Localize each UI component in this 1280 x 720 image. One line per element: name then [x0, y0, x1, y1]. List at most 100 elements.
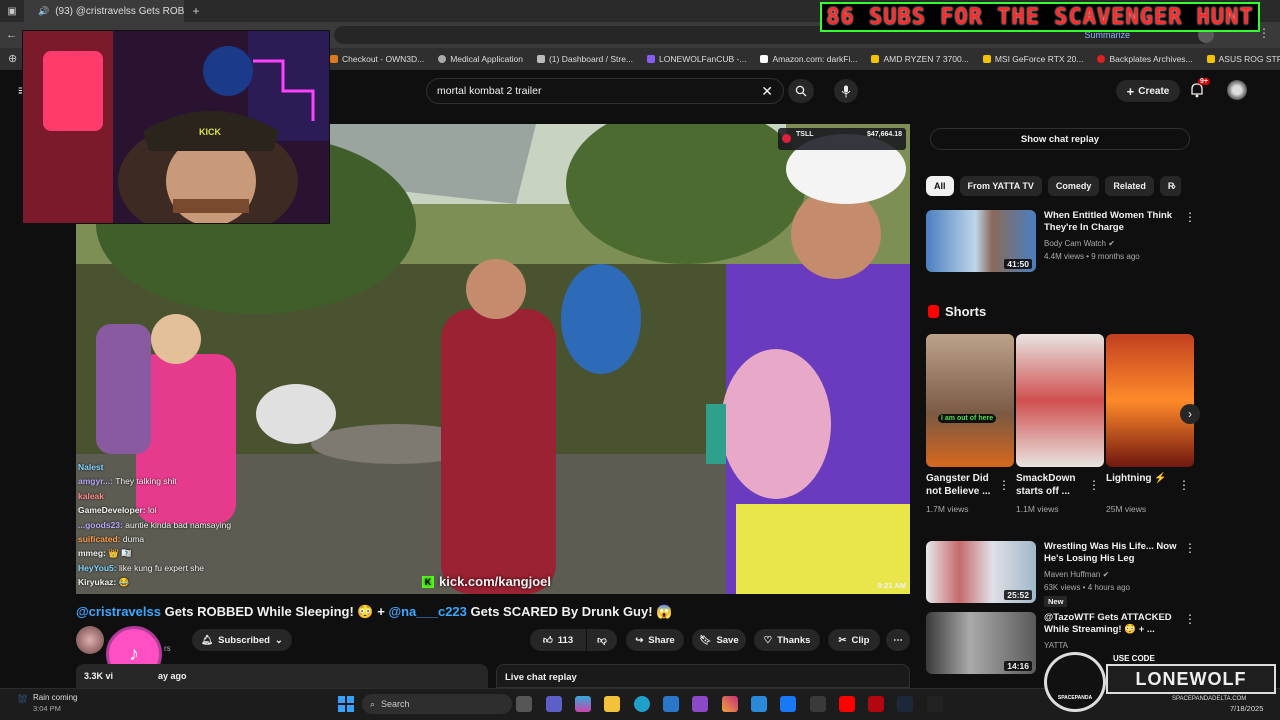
channel-name[interactable]: YATTA — [1044, 641, 1068, 650]
stream-chat-overlay: Nalest amgyr...: They talking shit kalea… — [78, 460, 258, 590]
bookmark-favicon-icon — [760, 55, 769, 63]
start-button[interactable] — [338, 696, 354, 712]
bookmark-item[interactable]: Medical Application — [438, 54, 523, 64]
weather-widget[interactable]: ⛆ Rain coming 3:04 PM — [18, 692, 118, 718]
instagram-icon[interactable] — [722, 696, 738, 712]
bookmark-item[interactable]: Amazon.com: darkFi... — [760, 54, 857, 64]
view-count: 3.3K vi — [84, 671, 114, 681]
live-chat-replay-header[interactable]: Live chat replay — [496, 664, 910, 688]
short-title[interactable]: SmackDown starts off ... — [1016, 472, 1096, 498]
chevron-right-icon[interactable]: › — [1172, 179, 1176, 193]
taskbar-search[interactable]: ⌕ Search — [362, 694, 512, 714]
more-vert-icon[interactable]: ⋮ — [1088, 478, 1100, 492]
create-button[interactable]: + Create — [1116, 80, 1180, 102]
chip-related[interactable]: Related — [1105, 176, 1154, 196]
youtube-icon[interactable] — [839, 696, 855, 712]
short-thumbnail[interactable] — [1016, 334, 1104, 467]
app-icon[interactable] — [692, 696, 708, 712]
video-title[interactable]: @TazoWTF Gets ATTACKED While Streaming! … — [1044, 612, 1180, 636]
title-mention[interactable]: @na___c223 — [388, 604, 466, 619]
extensions-icon[interactable]: ⊕ — [8, 52, 17, 65]
copilot-icon[interactable] — [575, 696, 591, 712]
channel-avatar[interactable] — [76, 626, 104, 654]
chat-message: Kiryukaz: 😂 — [78, 577, 130, 588]
like-button[interactable]: 👍︎ 113 — [530, 629, 586, 651]
bookmark-item[interactable]: ASUS ROG STRIX B4... — [1206, 54, 1280, 64]
bookmark-item[interactable]: MSI GeForce RTX 20... — [982, 54, 1083, 64]
bookmark-item[interactable]: LONEWOLFanCUB -... — [647, 54, 746, 64]
teams-icon[interactable] — [546, 696, 562, 712]
channel-name[interactable]: Body Cam Watch ✔︎ — [1044, 239, 1115, 248]
audio-icon[interactable]: 🔊 — [38, 6, 49, 17]
show-chat-replay-button[interactable]: Show chat replay — [930, 128, 1190, 150]
app-icon[interactable] — [751, 696, 767, 712]
shorts-heading: Shorts — [928, 304, 986, 319]
video-thumbnail[interactable]: 25:52 — [926, 541, 1036, 603]
chip-recent[interactable]: R — [1159, 176, 1181, 196]
voice-search-button[interactable] — [834, 79, 858, 103]
app-icon[interactable] — [810, 696, 826, 712]
more-vert-icon[interactable]: ⋮ — [998, 478, 1010, 492]
chip-from-yatta[interactable]: From YATTA TV — [959, 176, 1042, 196]
video-thumbnail[interactable]: 41:50 — [926, 210, 1036, 272]
edge-icon[interactable] — [634, 696, 650, 712]
chip-comedy[interactable]: Comedy — [1047, 176, 1100, 196]
bookmark-item[interactable]: (1) Dashboard / Stre... — [536, 54, 633, 64]
more-vert-icon[interactable]: ⋮ — [1178, 478, 1190, 492]
task-view-icon[interactable] — [516, 696, 532, 712]
chip-all[interactable]: All — [926, 176, 954, 196]
netflix-icon[interactable] — [868, 696, 884, 712]
subscribe-button[interactable]: 🔔︎ Subscribed ⌄ — [192, 629, 292, 651]
account-avatar[interactable] — [1227, 80, 1247, 100]
more-actions-button[interactable]: ⋯ — [886, 629, 910, 651]
bookmark-item[interactable]: AMD RYZEN 7 3700... — [871, 54, 969, 64]
search-input[interactable]: mortal kombat 2 trailer ✕ — [426, 78, 784, 104]
short-title[interactable]: Lightning ⚡ — [1106, 472, 1186, 485]
facebook-icon[interactable] — [780, 696, 796, 712]
bookmark-favicon-icon — [982, 55, 991, 63]
app-icon[interactable] — [927, 696, 943, 712]
save-button[interactable]: 🔖︎ Save — [692, 629, 746, 651]
store-icon[interactable] — [663, 696, 679, 712]
browser-tab-active[interactable]: 🔊 (93) @cristravelss Gets ROB ✕ — [24, 0, 184, 22]
share-button[interactable]: ↪ Share — [626, 629, 684, 651]
short-title[interactable]: Gangster Did not Believe ... — [926, 472, 1006, 498]
video-thumbnail[interactable]: 14:16 — [926, 612, 1036, 674]
spacepanda-logo: SPACEPANDA — [1044, 652, 1106, 712]
dislike-button[interactable]: 👎︎ — [587, 629, 617, 651]
shorts-next-button[interactable]: › — [1180, 404, 1200, 424]
back-icon[interactable]: ← — [6, 29, 17, 41]
bookmark-icon: 🔖︎ — [699, 634, 712, 646]
bookmark-favicon-icon — [438, 55, 447, 63]
window-menu-icon[interactable]: ▣ — [0, 0, 24, 22]
bookmark-item[interactable]: Backplates Archives... — [1097, 54, 1193, 64]
like-count: 113 — [557, 634, 574, 646]
video-title[interactable]: Wrestling Was His Life... Now He's Losin… — [1044, 541, 1180, 565]
new-tab-button[interactable]: + — [184, 4, 208, 18]
scissors-icon: ✂ — [838, 634, 847, 646]
steam-icon[interactable] — [897, 696, 913, 712]
recommendation-item[interactable]: 25:52 Wrestling Was His Life... Now He's… — [926, 541, 1196, 607]
kick-logo-icon: K — [422, 575, 434, 588]
bookmark-favicon-icon — [871, 55, 880, 63]
channel-name[interactable]: Maven Huffman ✔︎ — [1044, 570, 1109, 579]
search-icon: ⌕ — [370, 698, 376, 709]
bookmark-item[interactable]: Checkout - OWN3D... — [330, 54, 424, 64]
file-explorer-icon[interactable] — [604, 696, 620, 712]
video-title[interactable]: When Entitled Women Think They're In Cha… — [1044, 210, 1180, 234]
clear-search-icon[interactable]: ✕ — [761, 83, 773, 100]
chat-message: mmeg: 👑 🇷🇿 — [78, 548, 132, 559]
recommendation-item[interactable]: 41:50 When Entitled Women Think They're … — [926, 210, 1196, 272]
stream-banner: 86 SUBS FOR THE SCAVENGER HUNT — [820, 2, 1260, 32]
description-box[interactable]: 3.3K vi ay ago — [76, 664, 488, 688]
search-button[interactable] — [788, 79, 814, 103]
more-vert-icon[interactable]: ⋮ — [1184, 210, 1196, 224]
more-vert-icon[interactable]: ⋮ — [1184, 612, 1196, 626]
thanks-button[interactable]: ♡ Thanks — [754, 629, 820, 651]
title-mention[interactable]: @cristravelss — [76, 604, 161, 619]
short-thumbnail[interactable]: I am out of here — [926, 334, 1014, 467]
clip-button[interactable]: ✂ Clip — [828, 629, 880, 651]
short-thumbnail[interactable] — [1106, 334, 1194, 467]
notifications-button[interactable]: 9+ — [1190, 78, 1210, 100]
more-vert-icon[interactable]: ⋮ — [1184, 541, 1196, 555]
